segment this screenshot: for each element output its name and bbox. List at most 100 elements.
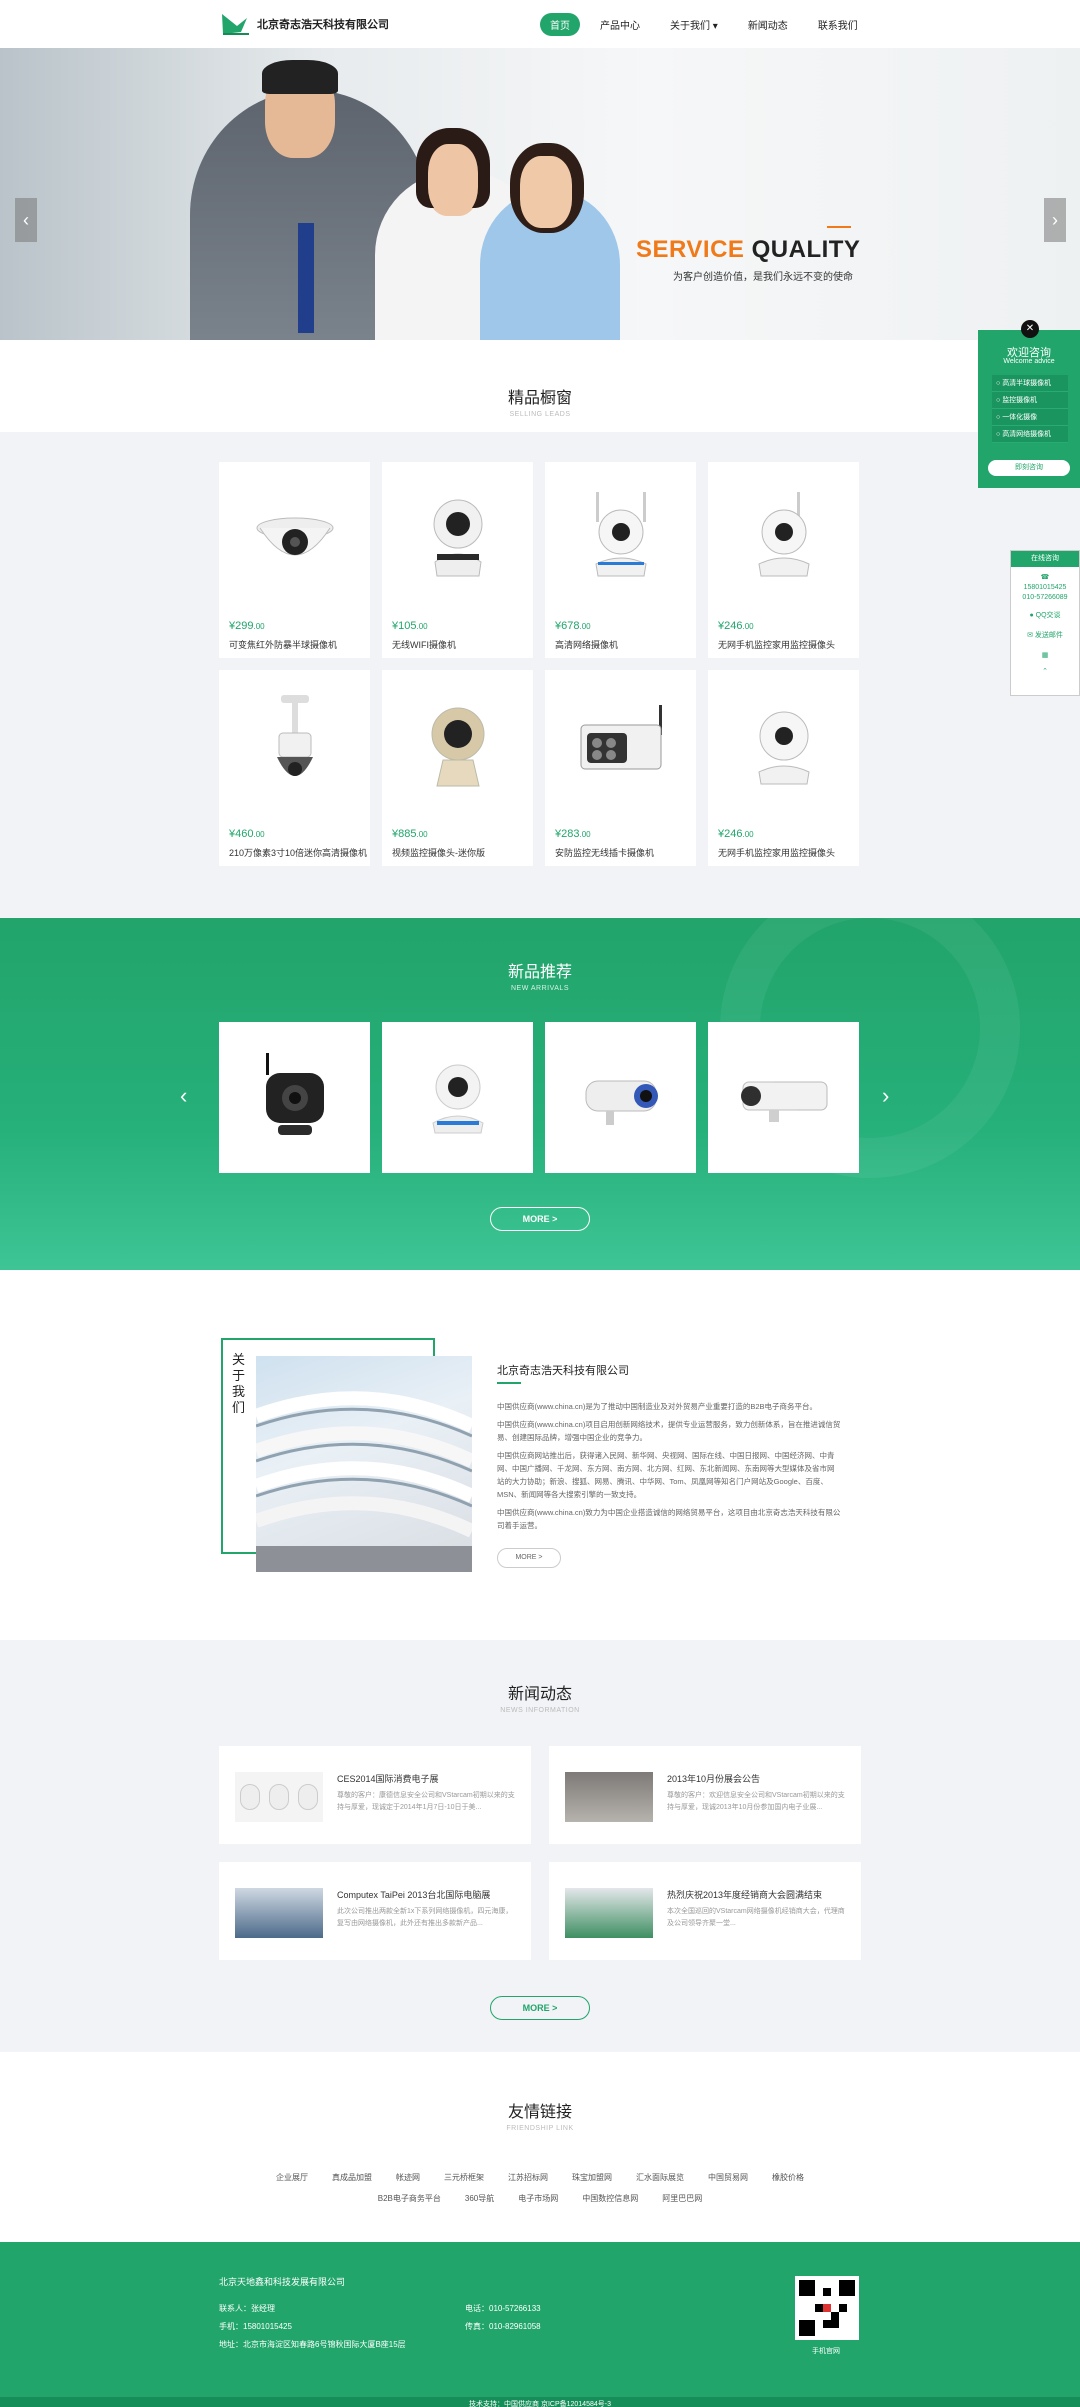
nav-products[interactable]: 产品中心 <box>590 13 650 36</box>
product-card[interactable]: ¥299.00 可变焦红外防暴半球摄像机 <box>219 462 370 658</box>
carousel-prev-icon[interactable]: ‹ <box>180 1083 187 1109</box>
hero-banner: ‹ › SERVICE QUALITY 为客户创造价值，是我们永远不变的使命 <box>0 48 1080 340</box>
email-button[interactable]: ✉ 发送邮件 <box>1011 631 1079 641</box>
friend-link[interactable]: 企业展厅 <box>276 2172 308 2183</box>
carousel-next-icon[interactable]: › <box>882 1083 889 1109</box>
consult-button[interactable]: 即刻咨询 <box>988 460 1070 476</box>
nav-about[interactable]: 关于我们 ▾ <box>660 13 728 36</box>
product-name[interactable]: 210万像素3寸10倍迷你高清摄像机 <box>229 846 367 859</box>
friend-link[interactable]: 中国贸易网 <box>708 2172 748 2183</box>
online-phone2: 010-57266089 <box>1022 594 1068 601</box>
qq-icon: ● <box>1029 612 1034 619</box>
product-image <box>382 670 533 820</box>
news-title[interactable]: 热烈庆祝2013年度经销商大会圆满结束 <box>667 1888 822 1901</box>
footer-company: 北京天地鑫和科技发展有限公司 <box>219 2277 346 2287</box>
back-to-top-icon[interactable]: ⌃ <box>1011 667 1079 677</box>
friend-link[interactable]: 三元桥框架 <box>444 2172 484 2183</box>
chevron-left-icon: ‹ <box>23 209 29 230</box>
new-product-card[interactable] <box>545 1022 696 1173</box>
about-paragraph: 中国供应商(www.china.cn)致力为中国企业搭造诚信的网络贸易平台，这项… <box>497 1508 841 1530</box>
links-title: 友情链接 <box>507 2104 572 2121</box>
main-nav: 首页 产品中心 关于我们 ▾ 新闻动态 联系我们 <box>540 13 868 36</box>
about-accent-line <box>497 1382 521 1384</box>
friend-link[interactable]: 阿里巴巴网 <box>662 2193 702 2204</box>
title-accent-line <box>827 226 851 228</box>
friend-link[interactable]: 汇水面际展览 <box>636 2172 684 2183</box>
consult-item[interactable]: ○ 一体化摄像 <box>992 409 1068 426</box>
chevron-right-icon: › <box>1052 209 1058 230</box>
consult-item[interactable]: ○ 高清半球摄像机 <box>992 375 1068 392</box>
product-name[interactable]: 高清网络摄像机 <box>555 638 618 651</box>
new-arrivals-more-button[interactable]: MORE > <box>490 1207 590 1231</box>
product-image <box>219 670 370 820</box>
links-row: 企业展厅 真成品加盟 帐迹网 三元桥框架 江苏招标网 珠宝加盟网 汇水面际展览 中国贸易网 橡胶… <box>0 2172 1080 2183</box>
site-footer: 北京天地鑫和科技发展有限公司 联系人：张经理 手机：15801015425 地址… <box>0 2242 1080 2397</box>
about-more-button[interactable]: MORE > <box>497 1548 561 1568</box>
close-icon[interactable]: ✕ <box>1021 320 1039 338</box>
product-price: ¥105.00 <box>392 620 428 632</box>
product-name[interactable]: 无网手机监控家用监控摄像头 <box>718 638 835 651</box>
friend-link[interactable]: 珠宝加盟网 <box>572 2172 612 2183</box>
news-card[interactable]: 2013年10月份展会公告 尊敬的客户：欢迎信息安全公司和VStarcam初期以… <box>549 1746 861 1844</box>
about-text: 中国供应商(www.china.cn)是为了推动中国制造业及对外贸易产业重要打造… <box>497 1400 841 1537</box>
product-name[interactable]: 安防监控无线插卡摄像机 <box>555 846 654 859</box>
qr-small-icon[interactable]: ▦ <box>1011 651 1079 661</box>
qq-button[interactable]: ● QQ交谈 <box>1011 611 1079 621</box>
banner-prev-button[interactable]: ‹ <box>15 198 37 242</box>
product-price: ¥283.00 <box>555 828 591 840</box>
consult-panel: ✕ 欢迎咨询 Welcome advice ○ 高清半球摄像机 ○ 监控摄像机 … <box>978 320 1080 488</box>
new-product-card[interactable] <box>219 1022 370 1173</box>
bird-logo-icon <box>219 8 251 40</box>
news-title: 新闻动态 <box>507 1686 572 1703</box>
product-grid: ¥299.00 可变焦红外防暴半球摄像机 ¥105.00 无线WIFI摄像机 ¥678.… <box>219 462 861 866</box>
product-name[interactable]: 视频监控摄像头-迷你版 <box>392 846 485 859</box>
friend-link[interactable]: 真成品加盟 <box>332 2172 372 2183</box>
friend-link[interactable]: 帐迹网 <box>396 2172 420 2183</box>
consult-item[interactable]: ○ 监控摄像机 <box>992 392 1068 409</box>
about-building-image <box>256 1356 472 1572</box>
product-card[interactable]: ¥246.00 无网手机监控家用监控摄像头 <box>708 670 859 866</box>
product-card[interactable]: ¥246.00 无网手机监控家用监控摄像头 <box>708 462 859 658</box>
news-card[interactable]: CES2014国际消费电子展 尊敬的客户：康德信息安全公司和VStarcam初期… <box>219 1746 531 1844</box>
banner-next-button[interactable]: › <box>1044 198 1066 242</box>
friend-link[interactable]: 中国数控信息网 <box>582 2193 638 2204</box>
product-card[interactable]: ¥460.00 210万像素3寸10倍迷你高清摄像机 <box>219 670 370 866</box>
new-product-card[interactable] <box>382 1022 533 1173</box>
friend-link[interactable]: 360导航 <box>465 2193 494 2204</box>
news-title[interactable]: CES2014国际消费电子展 <box>337 1772 439 1785</box>
friend-link[interactable]: 电子市场网 <box>518 2193 558 2204</box>
product-card[interactable]: ¥283.00 安防监控无线插卡摄像机 <box>545 670 696 866</box>
news-card[interactable]: 热烈庆祝2013年度经销商大会圆满结束 本次全国巡回的VStarcam网络摄像机… <box>549 1862 861 1960</box>
product-name[interactable]: 可变焦红外防暴半球摄像机 <box>229 638 337 651</box>
logo[interactable]: 北京奇志浩天科技有限公司 <box>219 8 389 40</box>
news-title[interactable]: Computex TaiPei 2013台北国际电脑展 <box>337 1888 490 1901</box>
product-name[interactable]: 无线WIFI摄像机 <box>392 638 456 651</box>
consult-item-label: 一体化摄像 <box>1002 414 1038 421</box>
product-name[interactable]: 无网手机监控家用监控摄像头 <box>718 846 835 859</box>
about-paragraph: 中国供应商(www.china.cn)项目启用创新网络技术，提供专业运营服务，致… <box>497 1420 841 1442</box>
product-card[interactable]: ¥678.00 高清网络摄像机 <box>545 462 696 658</box>
products-subtitle: SELLING LEADS <box>509 411 571 418</box>
news-summary: 尊敬的客户：康德信息安全公司和VStarcam初期以来的支持与厚爱，现诚定于20… <box>337 1792 515 1811</box>
consult-item[interactable]: ○ 高清网络摄像机 <box>992 426 1068 443</box>
consult-item-label: 监控摄像机 <box>1002 397 1038 404</box>
nav-home[interactable]: 首页 <box>540 13 580 36</box>
nav-news[interactable]: 新闻动态 <box>738 13 798 36</box>
banner-title-orange: SERVICE <box>636 236 745 263</box>
consult-item-label: 高清网络摄像机 <box>1002 431 1052 438</box>
mail-icon: ✉ <box>1027 632 1033 639</box>
friend-link[interactable]: B2B电子商务平台 <box>378 2193 441 2204</box>
news-card[interactable]: Computex TaiPei 2013台北国际电脑展 此次公司推出两款全新1x… <box>219 1862 531 1960</box>
consult-item-label: 高清半球摄像机 <box>1002 380 1052 387</box>
friend-link[interactable]: 橡胶价格 <box>772 2172 804 2183</box>
news-summary: 本次全国巡回的VStarcam网络摄像机经销商大会，代理商及公司领导齐聚一堂..… <box>667 1908 845 1927</box>
product-card[interactable]: ¥885.00 视频监控摄像头-迷你版 <box>382 670 533 866</box>
products-header: 精品橱窗 SELLING LEADS <box>0 340 1080 432</box>
friend-link[interactable]: 江苏招标网 <box>508 2172 548 2183</box>
links-subtitle: FRIENDSHIP LINK <box>506 2125 574 2132</box>
nav-contact[interactable]: 联系我们 <box>808 13 868 36</box>
product-price: ¥299.00 <box>229 620 265 632</box>
news-more-button[interactable]: MORE > <box>490 1996 590 2020</box>
news-title[interactable]: 2013年10月份展会公告 <box>667 1772 760 1785</box>
product-card[interactable]: ¥105.00 无线WIFI摄像机 <box>382 462 533 658</box>
